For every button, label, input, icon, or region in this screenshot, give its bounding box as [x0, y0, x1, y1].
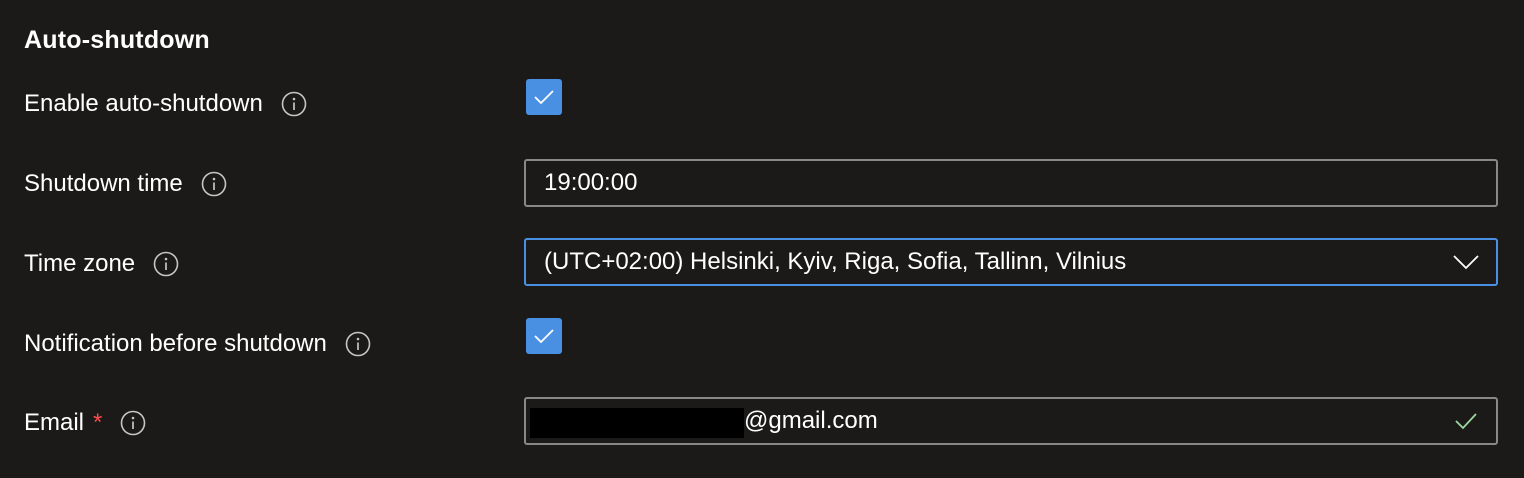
email-label-row: Email * — [24, 403, 146, 443]
info-icon[interactable] — [120, 410, 146, 436]
time-zone-selected-value: (UTC+02:00) Helsinki, Kyiv, Riga, Sofia,… — [544, 248, 1127, 275]
shutdown-time-label: Shutdown time — [24, 170, 183, 197]
notification-before-shutdown-label: Notification before shutdown — [24, 330, 327, 357]
email-label: Email — [24, 409, 85, 436]
shutdown-time-input[interactable] — [526, 161, 1496, 205]
enable-auto-shutdown-checkbox[interactable] — [526, 79, 562, 115]
checkmark-icon — [534, 329, 554, 344]
enable-auto-shutdown-label-row: Enable auto-shutdown — [24, 84, 307, 124]
required-marker: * — [93, 409, 103, 436]
validation-check-icon — [1455, 413, 1477, 430]
shutdown-time-field[interactable] — [524, 159, 1498, 207]
enable-auto-shutdown-label: Enable auto-shutdown — [24, 90, 263, 117]
checkmark-icon — [534, 90, 554, 105]
shutdown-time-label-row: Shutdown time — [24, 164, 227, 204]
info-icon[interactable] — [201, 171, 227, 197]
notification-label-row: Notification before shutdown — [24, 324, 371, 364]
time-zone-dropdown[interactable]: (UTC+02:00) Helsinki, Kyiv, Riga, Sofia,… — [524, 238, 1498, 286]
section-title: Auto-shutdown — [24, 26, 210, 54]
email-redaction-box — [530, 408, 744, 438]
chevron-down-icon — [1453, 255, 1479, 270]
time-zone-label-row: Time zone — [24, 244, 179, 284]
info-icon[interactable] — [153, 251, 179, 277]
notification-before-shutdown-checkbox[interactable] — [526, 318, 562, 354]
email-visible-value: @gmail.com — [744, 407, 878, 434]
info-icon[interactable] — [281, 91, 307, 117]
email-field[interactable]: @gmail.com — [524, 397, 1498, 445]
info-icon[interactable] — [345, 331, 371, 357]
time-zone-label: Time zone — [24, 250, 136, 277]
